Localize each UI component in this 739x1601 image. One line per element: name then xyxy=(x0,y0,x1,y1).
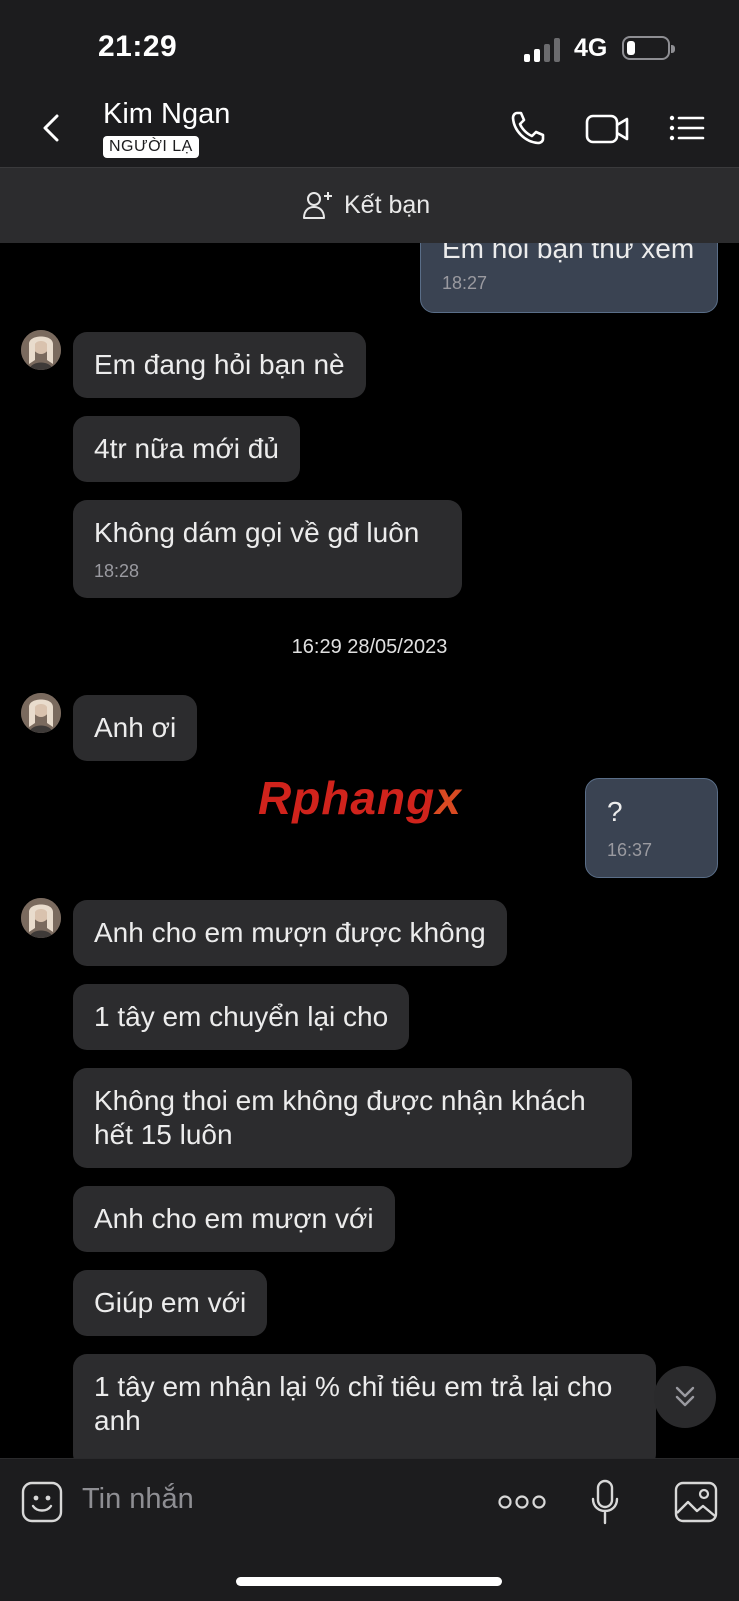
chevron-double-down-icon xyxy=(675,1386,695,1407)
contact-avatar[interactable] xyxy=(21,693,61,733)
stranger-badge: NGƯỜI LẠ xyxy=(103,136,199,158)
image-gallery-icon[interactable] xyxy=(674,1481,718,1523)
message-bubble-received[interactable]: 1 tây em chuyển lại cho xyxy=(73,984,410,1050)
message-text: ? xyxy=(607,796,623,827)
microphone-icon[interactable] xyxy=(590,1479,620,1525)
message-time: 18:28 xyxy=(94,561,140,581)
message-text: Giúp em với xyxy=(94,1287,247,1318)
contact-avatar[interactable] xyxy=(21,898,61,938)
contact-avatar[interactable] xyxy=(21,330,61,370)
menu-list-icon[interactable] xyxy=(668,108,706,148)
message-text: Anh ơi xyxy=(94,712,177,743)
message-bubble-received[interactable]: Anh ơi xyxy=(73,695,198,761)
message-bubble-received[interactable]: Anh cho em mượn với xyxy=(73,1186,395,1252)
message-bubble-received[interactable]: Không thoi em không được nhận khách hết … xyxy=(73,1068,632,1168)
watermark-logo: Rphangx xyxy=(258,771,462,825)
watermark-text: Rphang xyxy=(258,772,436,824)
scroll-to-bottom-button[interactable] xyxy=(654,1366,716,1428)
status-time: 21:29 xyxy=(98,30,178,63)
message-bubble-received[interactable]: Anh cho em mượn được không xyxy=(73,900,507,966)
home-indicator xyxy=(236,1577,502,1586)
message-list[interactable]: Em hỏi bạn thử xem 18:27 Em đang hỏi bạn… xyxy=(0,243,739,1458)
date-separator: 16:29 28/05/2023 xyxy=(291,636,448,658)
chat-header: Kim Ngan NGƯỜI LẠ xyxy=(0,92,739,167)
phone-call-icon[interactable] xyxy=(508,108,548,148)
message-text: Không dám gọi về gđ luôn xyxy=(94,517,420,548)
message-text: Anh cho em mượn với xyxy=(94,1203,374,1234)
message-bubble-received[interactable]: Giúp em với xyxy=(73,1270,268,1336)
battery-icon xyxy=(622,36,675,60)
add-friend-bar[interactable]: Kết bạn xyxy=(0,167,739,244)
message-bubble-received[interactable]: 4tr nữa mới đủ xyxy=(73,416,300,482)
message-text: 1 tây em nhận lại % chỉ tiêu em trả lại … xyxy=(94,1371,613,1436)
message-text: 1 tây em chuyển lại cho xyxy=(94,1001,389,1032)
network-type: 4G xyxy=(574,34,608,62)
more-options-icon[interactable] xyxy=(498,1493,546,1511)
sticker-emoji-icon[interactable] xyxy=(21,1481,63,1523)
message-bubble-received[interactable]: Không dám gọi về gđ luôn 18:28 xyxy=(73,500,462,598)
contact-name[interactable]: Kim Ngan xyxy=(103,98,230,131)
message-bubble-sent[interactable]: Em hỏi bạn thử xem 18:27 xyxy=(420,243,718,313)
message-text: Không thoi em không được nhận khách hết … xyxy=(94,1085,586,1150)
message-text: Em hỏi bạn thử xem xyxy=(442,243,695,264)
message-time: 16:37 xyxy=(607,840,653,860)
video-call-icon[interactable] xyxy=(584,108,630,148)
message-input[interactable]: Tin nhắn xyxy=(82,1483,194,1516)
message-text: Em đang hỏi bạn nè xyxy=(94,349,345,380)
message-text: Anh cho em mượn được không xyxy=(94,917,486,948)
message-time: 18:27 xyxy=(442,273,488,293)
watermark-text-x: x xyxy=(435,772,462,824)
message-bubble-received[interactable]: Em đang hỏi bạn nè xyxy=(73,332,366,398)
back-icon[interactable] xyxy=(34,110,70,146)
add-friend-label: Kết bạn xyxy=(344,190,431,219)
signal-icon xyxy=(524,38,564,62)
message-bubble-sent[interactable]: ? 16:37 xyxy=(585,778,718,878)
status-bar: 21:29 4G xyxy=(0,0,739,92)
message-bubble-received[interactable]: 1 tây em nhận lại % chỉ tiêu em trả lại … xyxy=(73,1354,656,1458)
message-text: 4tr nữa mới đủ xyxy=(94,433,279,464)
add-friend-icon xyxy=(303,192,332,219)
